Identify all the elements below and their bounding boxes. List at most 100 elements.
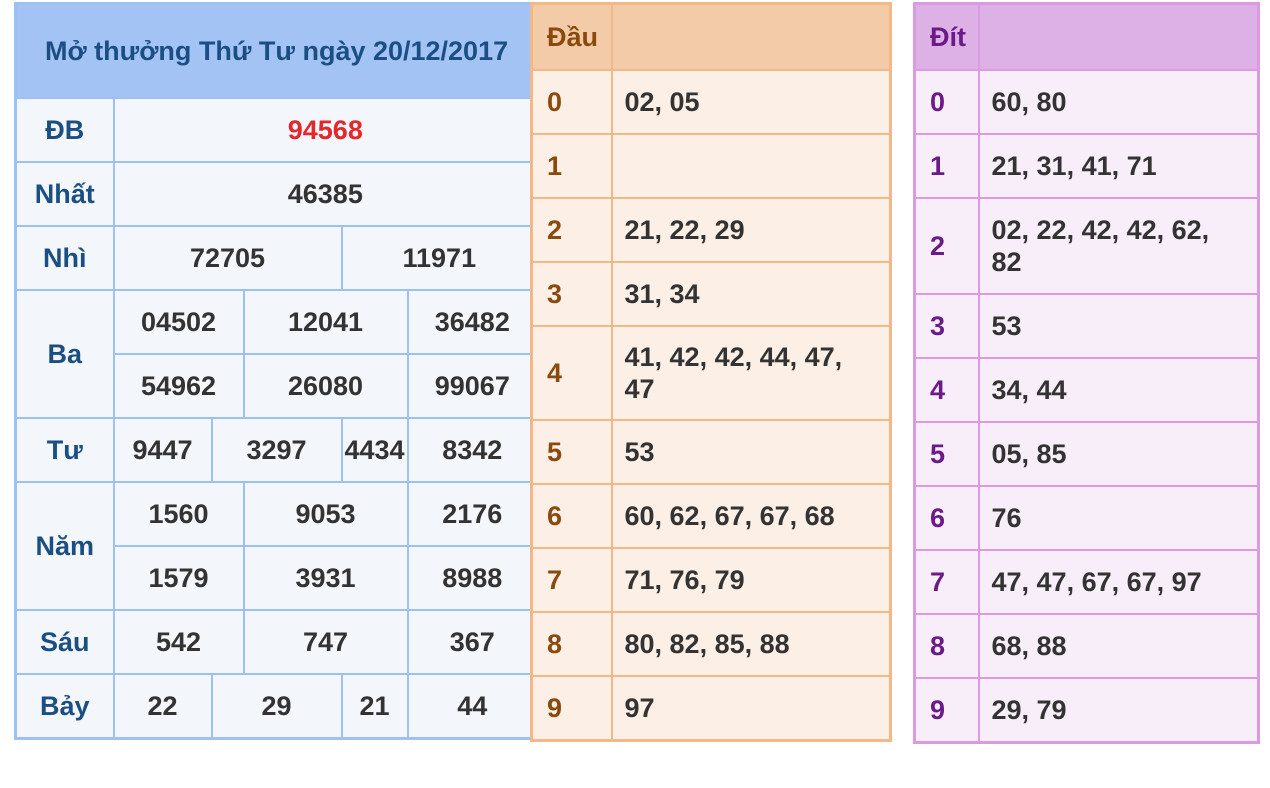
dau-header: Đầu: [530, 2, 613, 71]
prize-number: 36482: [406, 289, 539, 355]
dau-values: [610, 133, 892, 199]
dau-row: 3 31, 34: [530, 261, 892, 327]
special-prize-number: 94568: [112, 97, 539, 163]
prize-number: 1560: [112, 481, 245, 547]
dau-values: 53: [610, 419, 892, 485]
dit-values: 21, 31, 41, 71: [977, 133, 1260, 199]
prize-number: 12041: [242, 289, 409, 355]
dit-table: Đít 0 60, 80 1 21, 31, 41, 71 2 02, 22, 42,…: [913, 2, 1260, 744]
prize-number: 99067: [406, 353, 539, 419]
dit-row: 4 34, 44: [913, 357, 1260, 423]
prize-label: Sáu: [14, 609, 115, 675]
prize-number: 9053: [242, 481, 409, 547]
dit-digit: 6: [913, 485, 980, 551]
dau-digit: 2: [530, 197, 613, 263]
dau-row: 6 60, 62, 67, 67, 68: [530, 483, 892, 549]
results-title: Mở thưởng Thứ Tư ngày 20/12/2017: [14, 2, 539, 99]
dit-values: 60, 80: [977, 69, 1260, 135]
dit-digit: 3: [913, 293, 980, 359]
dau-row: 1: [530, 133, 892, 199]
dit-digit: 1: [913, 133, 980, 199]
dau-values: 21, 22, 29: [610, 197, 892, 263]
prize-label: Ba: [14, 289, 115, 419]
dit-values: 53: [977, 293, 1260, 359]
prize-row-nam: Năm 1560 9053 2176: [14, 481, 539, 611]
prize-row-nhat: Nhất 46385: [14, 161, 539, 227]
dit-row: 9 29, 79: [913, 677, 1260, 744]
dau-values: 60, 62, 67, 67, 68: [610, 483, 892, 549]
dit-header: Đít: [913, 2, 980, 71]
dit-values: 02, 22, 42, 42, 62, 82: [977, 197, 1260, 295]
prize-label: Bảy: [14, 673, 115, 740]
dau-values: 80, 82, 85, 88: [610, 611, 892, 677]
dau-digit: 4: [530, 325, 613, 421]
prize-number: 747: [242, 609, 409, 675]
prize-number: 21: [340, 673, 409, 740]
dau-values: 31, 34: [610, 261, 892, 327]
dit-digit: 4: [913, 357, 980, 423]
dit-values: 76: [977, 485, 1260, 551]
dit-row: 7 47, 47, 67, 67, 97: [913, 549, 1260, 615]
dit-digit: 0: [913, 69, 980, 135]
dit-values: 05, 85: [977, 421, 1260, 487]
prize-number: 542: [112, 609, 245, 675]
prize-number: 72705: [112, 225, 343, 291]
prize-number: 11971: [340, 225, 539, 291]
dau-digit: 3: [530, 261, 613, 327]
dit-values: 34, 44: [977, 357, 1260, 423]
dau-row: 7 71, 76, 79: [530, 547, 892, 613]
dit-row: 0 60, 80: [913, 69, 1260, 135]
prize-number: 8988: [406, 545, 539, 611]
prize-number: 3297: [210, 417, 343, 483]
prize-number: 1579: [112, 545, 245, 611]
dau-row: 2 21, 22, 29: [530, 197, 892, 263]
prize-number: 04502: [112, 289, 245, 355]
dau-table: Đầu 0 02, 05 1 2 21, 22, 29 3 31, 34 4 41, 4…: [530, 2, 892, 742]
dit-values: 68, 88: [977, 613, 1260, 679]
dit-row: 3 53: [913, 293, 1260, 359]
prize-label: Nhất: [14, 161, 115, 227]
dau-values: 02, 05: [610, 69, 892, 135]
prize-number: 2176: [406, 481, 539, 547]
dit-row: 5 05, 85: [913, 421, 1260, 487]
prize-row-tu: Tư 9447 3297 4434 8342: [14, 417, 539, 483]
dit-digit: 2: [913, 197, 980, 295]
prize-number: 26080: [242, 353, 409, 419]
dit-row: 2 02, 22, 42, 42, 62, 82: [913, 197, 1260, 295]
dau-values: 71, 76, 79: [610, 547, 892, 613]
dau-digit: 6: [530, 483, 613, 549]
dau-digit: 1: [530, 133, 613, 199]
prize-number: 29: [210, 673, 343, 740]
prize-number: 4434: [340, 417, 409, 483]
prize-number: 54962: [112, 353, 245, 419]
dit-values: 47, 47, 67, 67, 97: [977, 549, 1260, 615]
dau-values: 41, 42, 42, 44, 47, 47: [610, 325, 892, 421]
prize-number: 44: [406, 673, 539, 740]
dau-row: 0 02, 05: [530, 69, 892, 135]
dau-digit: 0: [530, 69, 613, 135]
prize-number: 9447: [112, 417, 213, 483]
dau-row: 4 41, 42, 42, 44, 47, 47: [530, 325, 892, 421]
dau-digit: 5: [530, 419, 613, 485]
prize-label: Năm: [14, 481, 115, 611]
prize-number: 8342: [406, 417, 539, 483]
results-table: Mở thưởng Thứ Tư ngày 20/12/2017 ĐB 9456…: [14, 2, 540, 740]
dau-row: 5 53: [530, 419, 892, 485]
prize-number: 46385: [112, 161, 539, 227]
dit-digit: 7: [913, 549, 980, 615]
dit-header-empty: [977, 2, 1260, 71]
prize-row-nhi: Nhì 72705 11971: [14, 225, 539, 291]
dau-values: 97: [610, 675, 892, 742]
dit-row: 1 21, 31, 41, 71: [913, 133, 1260, 199]
dit-row: 6 76: [913, 485, 1260, 551]
dit-row: 8 68, 88: [913, 613, 1260, 679]
prize-number: 22: [112, 673, 213, 740]
prize-row-bay: Bảy 22 29 21 44: [14, 673, 539, 740]
prize-label: ĐB: [14, 97, 115, 163]
dau-row: 8 80, 82, 85, 88: [530, 611, 892, 677]
dit-digit: 8: [913, 613, 980, 679]
dau-digit: 8: [530, 611, 613, 677]
dau-digit: 7: [530, 547, 613, 613]
dau-header-empty: [610, 2, 892, 71]
prize-row-db: ĐB 94568: [14, 97, 539, 163]
